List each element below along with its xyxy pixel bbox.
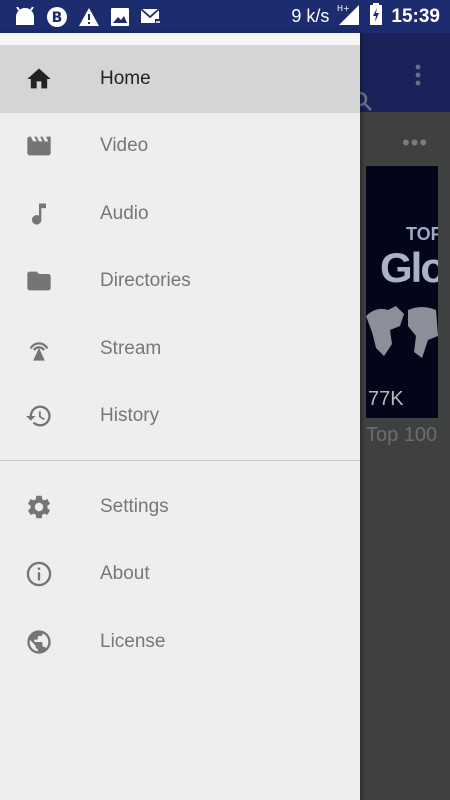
- drawer-item-label: Settings: [100, 495, 169, 517]
- video-icon: [0, 132, 100, 160]
- signal-icon: H+: [337, 3, 361, 30]
- drawer-item-label: Home: [100, 67, 151, 89]
- history-icon: [0, 402, 100, 430]
- drawer-item-label: History: [100, 405, 160, 427]
- video-title: Top 100: [366, 424, 438, 446]
- view-count: 77K: [368, 388, 404, 410]
- drawer-item-history[interactable]: History: [0, 383, 360, 451]
- b-app-icon: B: [46, 6, 68, 28]
- mail-icon: [140, 7, 162, 26]
- android-icon: [14, 6, 36, 27]
- overflow-menu-icon: [414, 63, 422, 92]
- drawer-item-stream[interactable]: Stream: [0, 315, 360, 383]
- stream-icon: [0, 335, 100, 363]
- status-bar: B 9 k/s H+ 15:39: [0, 0, 450, 33]
- drawer-item-label: Video: [100, 135, 149, 157]
- svg-text:B: B: [52, 10, 63, 26]
- gear-icon: [0, 493, 100, 521]
- warning-icon: [78, 7, 100, 27]
- music-note-icon: [0, 200, 100, 228]
- info-icon: [0, 560, 100, 588]
- battery-charging-icon: [369, 3, 383, 30]
- folder-icon: [0, 267, 100, 295]
- thumbnail-text-top: TOP: [406, 224, 438, 244]
- network-speed: 9 k/s: [291, 6, 330, 26]
- drawer-item-directories[interactable]: Directories: [0, 248, 360, 316]
- thumbnail-text-main: Glo: [380, 244, 438, 291]
- navigation-drawer: Home Video Audio Directories Stream Hist…: [0, 33, 360, 800]
- drawer-header-strip: [0, 33, 360, 45]
- drawer-item-label: Directories: [100, 270, 191, 292]
- drawer-item-label: Stream: [100, 337, 162, 359]
- more-dots-icon: •••: [402, 130, 429, 155]
- drawer-divider: [0, 460, 360, 461]
- drawer-item-audio[interactable]: Audio: [0, 180, 360, 248]
- drawer-item-settings[interactable]: Settings: [0, 473, 360, 541]
- drawer-item-home[interactable]: Home: [0, 45, 360, 113]
- drawer-item-label: Audio: [100, 202, 149, 224]
- image-icon: [110, 7, 130, 27]
- network-type: H+: [337, 4, 350, 13]
- drawer-item-label: About: [100, 563, 150, 585]
- drawer-item-about[interactable]: About: [0, 541, 360, 609]
- drawer-item-license[interactable]: License: [0, 608, 360, 676]
- world-map-image: [366, 306, 438, 358]
- drawer-item-label: License: [100, 630, 166, 652]
- globe-icon: [0, 628, 100, 656]
- video-thumbnail: TOP Glo 77K: [366, 166, 438, 418]
- drawer-item-video[interactable]: Video: [0, 113, 360, 181]
- background-app-bar: [352, 33, 450, 112]
- clock: 15:39: [391, 5, 440, 27]
- home-icon: [0, 65, 100, 93]
